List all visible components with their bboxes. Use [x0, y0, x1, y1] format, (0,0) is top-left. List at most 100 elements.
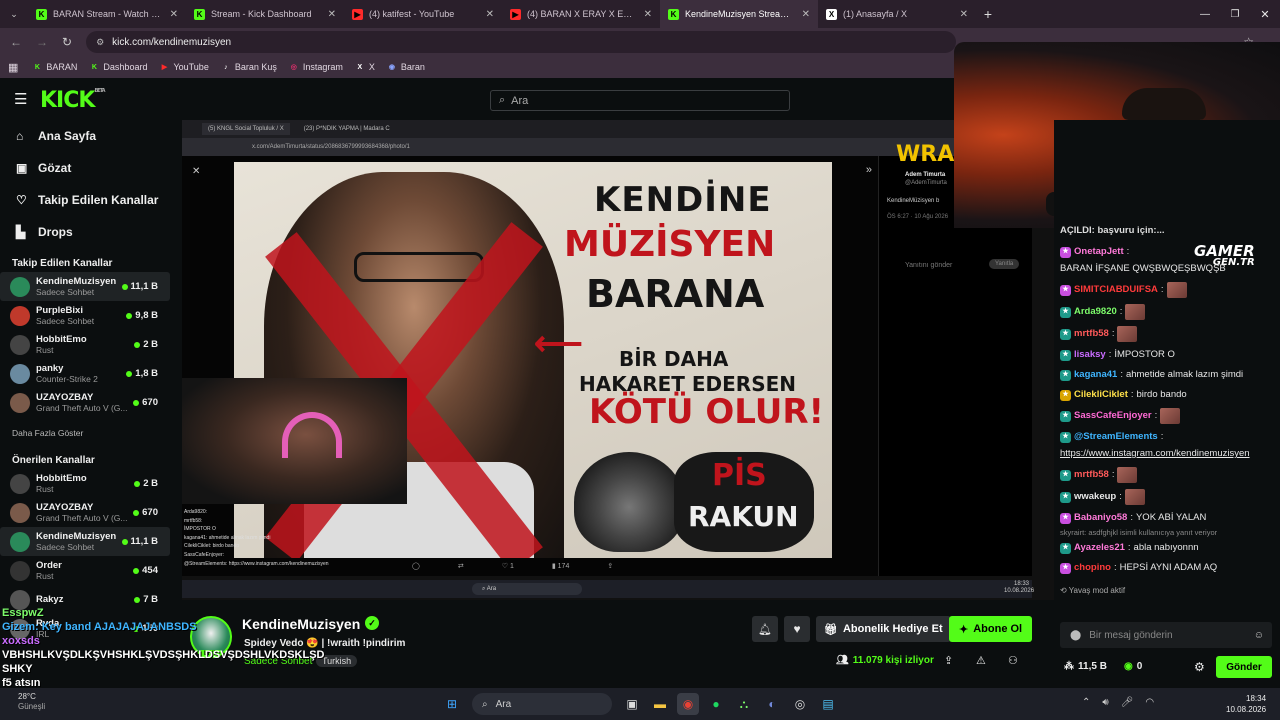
sidebar-channel[interactable]: HobbitEmo Rust 2 B [0, 469, 170, 498]
sidebar-channel[interactable]: UZAYOZBAY Grand Theft Auto V (G... 670 [0, 388, 170, 417]
sidebar-channel[interactable]: Order Rust 454 [0, 556, 170, 585]
chat-message-input[interactable]: ⬤ Bir mesaj gönderin ☺ [1060, 622, 1272, 648]
sidebar-channel[interactable]: UZAYOZBAY Grand Theft Auto V (G... 670 [0, 498, 170, 527]
browser-tab[interactable]: K Stream - Kick Dashboard ✕ [186, 0, 344, 28]
notifications-button[interactable]: 🔔︎ [752, 616, 778, 642]
chat-message[interactable]: ★ SIMITCIABDUIFSA: [1054, 279, 1280, 301]
follow-button[interactable]: ♥ [784, 616, 810, 642]
chat-username[interactable]: kagana41 [1074, 368, 1117, 382]
kicks-balance[interactable]: ⁂ 11,5 B [1064, 661, 1107, 672]
taskbar-search[interactable]: ⌕ Ara [472, 693, 612, 715]
chevron-up-icon[interactable]: ⌃ [1082, 697, 1090, 708]
nav-item[interactable]: ▣ Gözat [0, 152, 170, 184]
spotify-icon[interactable]: ● [705, 693, 727, 715]
notepad-icon[interactable]: ▤ [817, 693, 839, 715]
gear-icon[interactable]: ⚙ [1194, 660, 1205, 674]
browser-tab[interactable]: K KendineMuzisyen Stream - Wat ✕ [660, 0, 818, 28]
show-more-link[interactable]: Daha Fazla Göster [0, 421, 170, 445]
subscribe-button[interactable]: ✦ Abone Ol [949, 616, 1033, 642]
bookmark-item[interactable]: XX [355, 62, 375, 72]
speaker-icon[interactable]: 🔊︎ [1102, 697, 1108, 708]
bookmark-item[interactable]: ◎ Instagram [289, 62, 343, 72]
bookmark-item[interactable]: K Dashboard [89, 62, 148, 72]
sidebar-channel[interactable]: HobbitEmo Rust 2 B [0, 330, 170, 359]
new-tab-button[interactable]: + [976, 6, 1000, 22]
bookmark-item[interactable]: ▶ YouTube [159, 62, 209, 72]
chat-username[interactable]: mrtfb58 [1074, 327, 1109, 341]
close-tab-icon[interactable]: ✕ [960, 9, 968, 20]
maximize-button[interactable]: ❐ [1220, 9, 1250, 20]
chat-username[interactable]: Ayazeles21 [1074, 541, 1125, 555]
sidebar-channel[interactable]: KendineMuzisyen Sadece Sohbet 11,1 B [0, 527, 170, 556]
menu-icon[interactable]: ☰ [14, 90, 27, 108]
tab-search-button[interactable]: ⌄ [0, 0, 28, 28]
close-window-button[interactable]: ✕ [1250, 8, 1280, 21]
windows-start-icon[interactable]: ⊞ [441, 693, 463, 715]
chat-message[interactable]: ★ CilekliCiklet: birdo bando [1054, 385, 1280, 405]
discord-icon[interactable]: ◐ [761, 693, 783, 715]
url-field[interactable]: ⚙ kick.com/kendinemuzisyen [86, 31, 957, 53]
wifi-icon[interactable]: ◠ [1145, 697, 1154, 708]
chat-message[interactable]: ★ mrtfb58: [1054, 323, 1280, 345]
nav-item[interactable]: ▙ Drops [0, 216, 170, 248]
browser-tab[interactable]: K BARAN Stream - Watch Live on ✕ [28, 0, 186, 28]
emoji-icon[interactable]: ☺ [1254, 630, 1264, 641]
chat-message[interactable]: ★ chopino: HEPSİ AYNI ADAM AQ [1054, 558, 1280, 578]
sidebar-channel[interactable]: panky Counter-Strike 2 1,8 B [0, 359, 170, 388]
system-tray[interactable]: ⌃ 🔊︎ 🎤︎ ◠ [1082, 697, 1154, 708]
kick-logo[interactable]: KICKBETA [40, 88, 106, 113]
browser-tab[interactable]: ▶ (4) katifest - YouTube ✕ [344, 0, 502, 28]
chat-message[interactable]: ★ SassCafeEnjoyer: [1054, 405, 1280, 427]
chat-username[interactable]: @StreamElements [1074, 430, 1158, 444]
clock[interactable]: 18:34 10.08.2026 [1226, 693, 1266, 715]
user-options-icon[interactable]: ⚇ [1008, 654, 1018, 667]
chat-username[interactable]: chopino [1074, 561, 1111, 575]
chat-message[interactable]: ★ lisaksy: İMPOSTOR O [1054, 345, 1280, 365]
chat-message[interactable]: ★ Babaniyo58: YOK ABİ YALAN [1054, 508, 1280, 528]
close-tab-icon[interactable]: ✕ [644, 9, 652, 20]
chat-message[interactable]: ★ @StreamElements: https://www.instagram.c… [1054, 427, 1280, 464]
close-tab-icon[interactable]: ✕ [802, 9, 810, 20]
close-tab-icon[interactable]: ✕ [170, 9, 178, 20]
file-explorer-icon[interactable]: ▬ [649, 693, 671, 715]
back-icon[interactable]: ← [10, 35, 22, 49]
forward-icon[interactable]: → [36, 35, 48, 49]
bookmark-item[interactable]: K BARAN [32, 62, 78, 72]
minimize-button[interactable]: — [1190, 9, 1220, 20]
send-button[interactable]: Gönder [1216, 656, 1272, 678]
gift-sub-button[interactable]: 🎁︎ Abonelik Hediye Et [816, 616, 951, 642]
site-info-icon[interactable]: ⚙ [96, 37, 104, 48]
chat-username[interactable]: SassCafeEnjoyer [1074, 409, 1152, 423]
chat-message[interactable]: ★ OnetapJett: BARAN İFŞANE QWŞBWQEŞBWQŞB [1054, 242, 1280, 279]
chat-username[interactable]: Babaniyo58 [1074, 511, 1127, 525]
close-tab-icon[interactable]: ✕ [486, 9, 494, 20]
chat-username[interactable]: wwakeup [1074, 490, 1116, 504]
report-icon[interactable]: ⚠ [976, 654, 986, 667]
sidebar-channel[interactable]: PurpleBixi Sadece Sohbet 9,8 B [0, 301, 170, 330]
chat-message[interactable]: ★ wwakeup: [1054, 486, 1280, 508]
chat-username[interactable]: Arda9820 [1074, 305, 1117, 319]
nav-item[interactable]: ⌂ Ana Sayfa [0, 120, 170, 152]
chrome-icon[interactable]: ◉ [677, 693, 699, 715]
chat-username[interactable]: CilekliCiklet [1074, 388, 1128, 402]
chat-username[interactable]: SIMITCIABDUIFSA [1074, 283, 1158, 297]
chat-username[interactable]: mrtfb58 [1074, 468, 1109, 482]
search-input[interactable]: ⌕ Ara [490, 90, 790, 111]
bookmark-item[interactable]: ♪ Baran Kuş [221, 62, 277, 72]
browser-tab[interactable]: X (1) Anasayfa / X ✕ [818, 0, 976, 28]
reload-icon[interactable]: ↻ [62, 35, 72, 49]
nav-item[interactable]: ♡ Takip Edilen Kanallar [0, 184, 170, 216]
browser-tab[interactable]: ▶ (4) BARAN X ERAY X EBONİVO ✕ [502, 0, 660, 28]
apps-grid-icon[interactable]: ▦ [8, 61, 18, 74]
chat-username[interactable]: OnetapJett [1074, 245, 1124, 259]
close-tab-icon[interactable]: ✕ [328, 9, 336, 20]
weather-widget[interactable]: 28°C Güneşli [18, 692, 45, 712]
obs-icon[interactable]: ◎ [789, 693, 811, 715]
chat-username[interactable]: lisaksy [1074, 348, 1106, 362]
sidebar-channel[interactable]: KendineMuzisyen Sadece Sohbet 11,1 B [0, 272, 170, 301]
chat-message[interactable]: ★ Arda9820: [1054, 301, 1280, 323]
app-icon[interactable]: ⛬ [733, 693, 755, 715]
chat-message[interactable]: ★ kagana41: ahmetide almak lazım şimdi [1054, 365, 1280, 385]
video-player[interactable]: (5) KNGL Social Topluluk / X (23) P*NDIK… [182, 120, 1054, 600]
chat-message[interactable]: ★ mrtfb58: [1054, 464, 1280, 486]
